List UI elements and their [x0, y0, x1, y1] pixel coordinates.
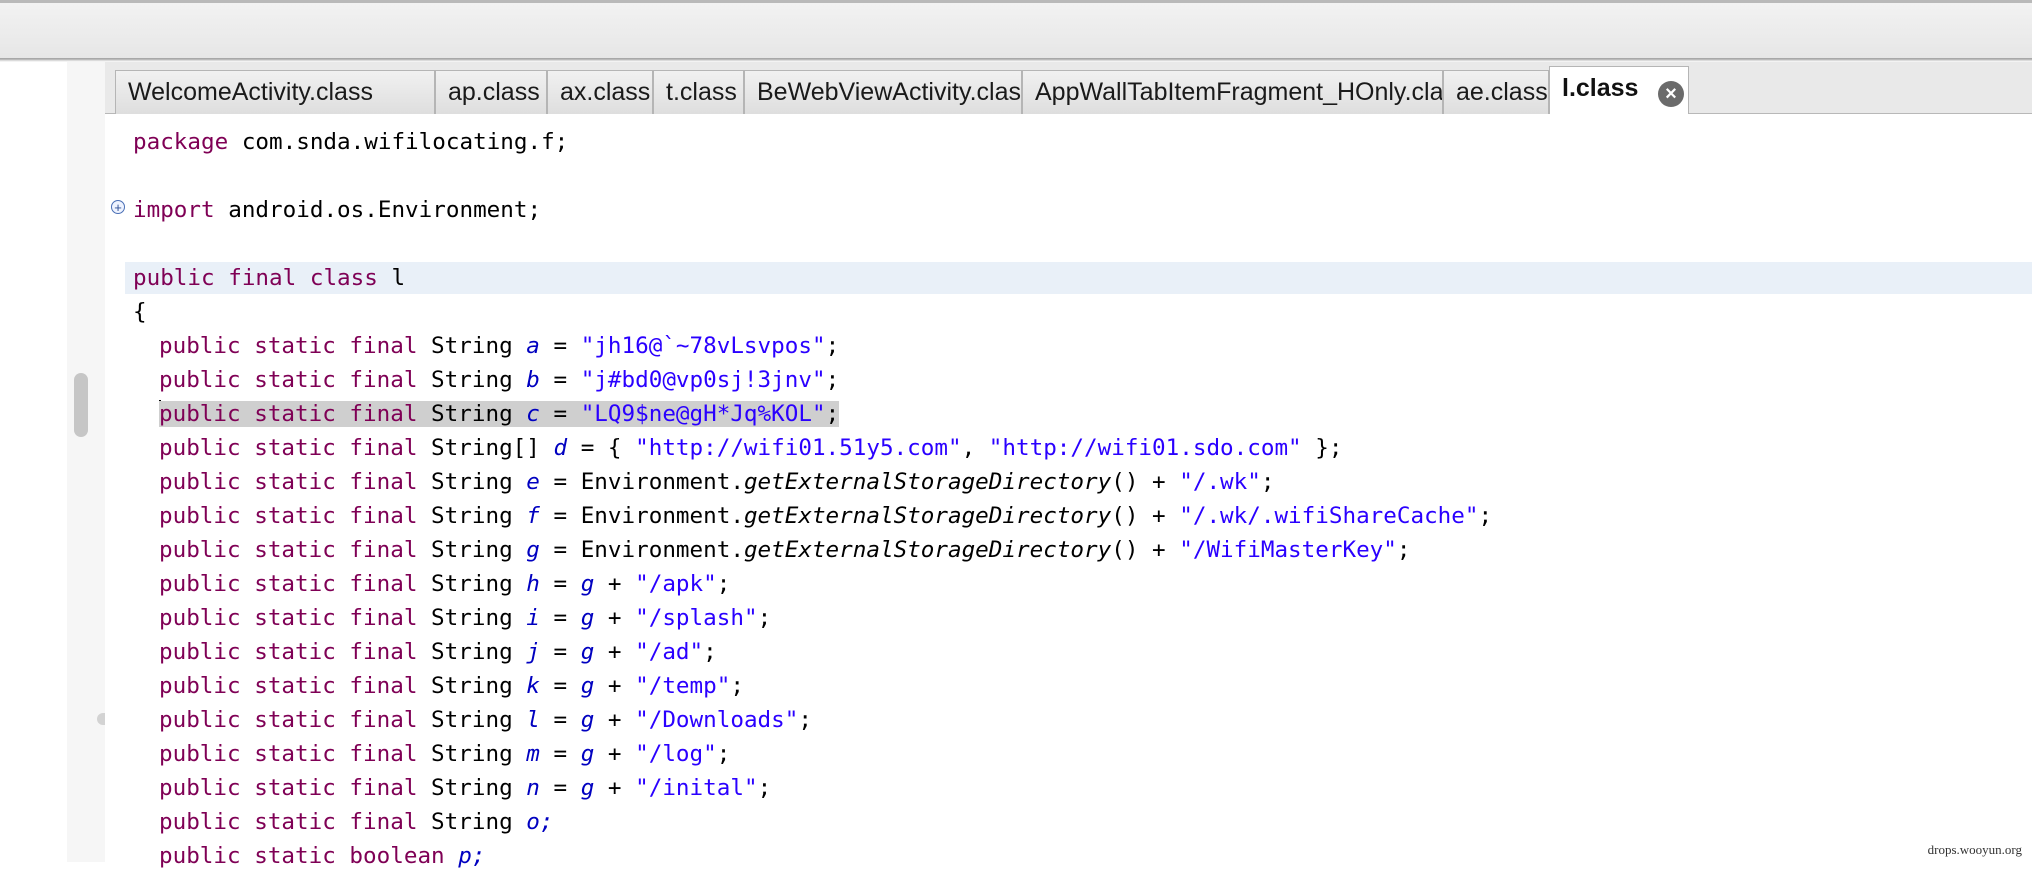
code-line-open-brace: {	[133, 296, 147, 328]
fold-expand-icon[interactable]: +	[111, 200, 125, 214]
left-panel	[0, 62, 68, 862]
tab-label: ap.class	[448, 78, 540, 106]
code-line-field-m: public static final String m = g + "/log…	[159, 738, 730, 770]
tab-label: BeWebViewActivity.class	[757, 78, 1022, 106]
code-line-field-h: public static final String h = g + "/apk…	[159, 568, 730, 600]
code-line-field-o: public static final String o;	[159, 806, 554, 838]
code-line-field-d: public static final String[] d = { "http…	[159, 432, 1342, 464]
tab-label: t.class	[666, 78, 737, 106]
left-panel-scrollbar[interactable]	[74, 373, 88, 437]
close-icon[interactable]: ×	[1658, 81, 1684, 107]
watermark: drops.wooyun.org	[1928, 842, 2022, 858]
code-line-field-e: public static final String e = Environme…	[159, 466, 1274, 498]
left-gutter	[67, 62, 105, 862]
tab-ap[interactable]: ap.class	[435, 70, 547, 114]
code-line-field-g: public static final String g = Environme…	[159, 534, 1411, 566]
code-line-field-p: public static boolean p;	[159, 840, 485, 872]
tab-label: AppWallTabItemFragment_HOnly.class	[1035, 78, 1443, 106]
code-line-field-f: public static final String f = Environme…	[159, 500, 1492, 532]
selection-highlight: public static final String c = "LQ9$ne@g…	[159, 401, 839, 427]
code-line-field-k: public static final String k = g + "/tem…	[159, 670, 744, 702]
tab-label: ax.class	[560, 78, 650, 106]
tab-label: ae.class	[1456, 78, 1548, 106]
tab-ae[interactable]: ae.class	[1443, 70, 1549, 114]
tab-label: WelcomeActivity.class	[128, 78, 373, 106]
code-line-class: public final class l	[125, 262, 2032, 294]
code-line-field-c-selected: public static final String c = "LQ9$ne@g…	[159, 398, 839, 430]
tab-l-active[interactable]: l.class ×	[1549, 66, 1689, 115]
tab-label: l.class	[1562, 74, 1638, 102]
tab-ax[interactable]: ax.class	[547, 70, 653, 114]
code-line-field-j: public static final String j = g + "/ad"…	[159, 636, 717, 668]
tab-bewebviewactivity[interactable]: BeWebViewActivity.class	[744, 70, 1022, 114]
editor-ruler	[105, 114, 125, 862]
tab-t[interactable]: t.class	[653, 70, 744, 114]
code-line-package: package com.snda.wifilocating.f;	[133, 126, 568, 158]
code-editor[interactable]: + package com.snda.wifilocating.f; impor…	[105, 114, 2032, 862]
code-line-field-a: public static final String a = "jh16@`~7…	[159, 330, 839, 362]
panel-sash-handle[interactable]	[97, 713, 105, 725]
code-line-field-n: public static final String n = g + "/ini…	[159, 772, 771, 804]
tab-welcomeactivity[interactable]: WelcomeActivity.class	[115, 70, 435, 114]
code-line-import: import android.os.Environment;	[133, 194, 541, 226]
tab-appwalltabitemfragment[interactable]: AppWallTabItemFragment_HOnly.class	[1022, 70, 1443, 114]
window-toolbar	[0, 0, 2032, 60]
editor-tab-bar: WelcomeActivity.class ap.class ax.class …	[105, 62, 2032, 114]
code-line-field-i: public static final String i = g + "/spl…	[159, 602, 771, 634]
code-line-field-b: public static final String b = "j#bd0@vp…	[159, 364, 839, 396]
code-line-field-l: public static final String l = g + "/Dow…	[159, 704, 812, 736]
